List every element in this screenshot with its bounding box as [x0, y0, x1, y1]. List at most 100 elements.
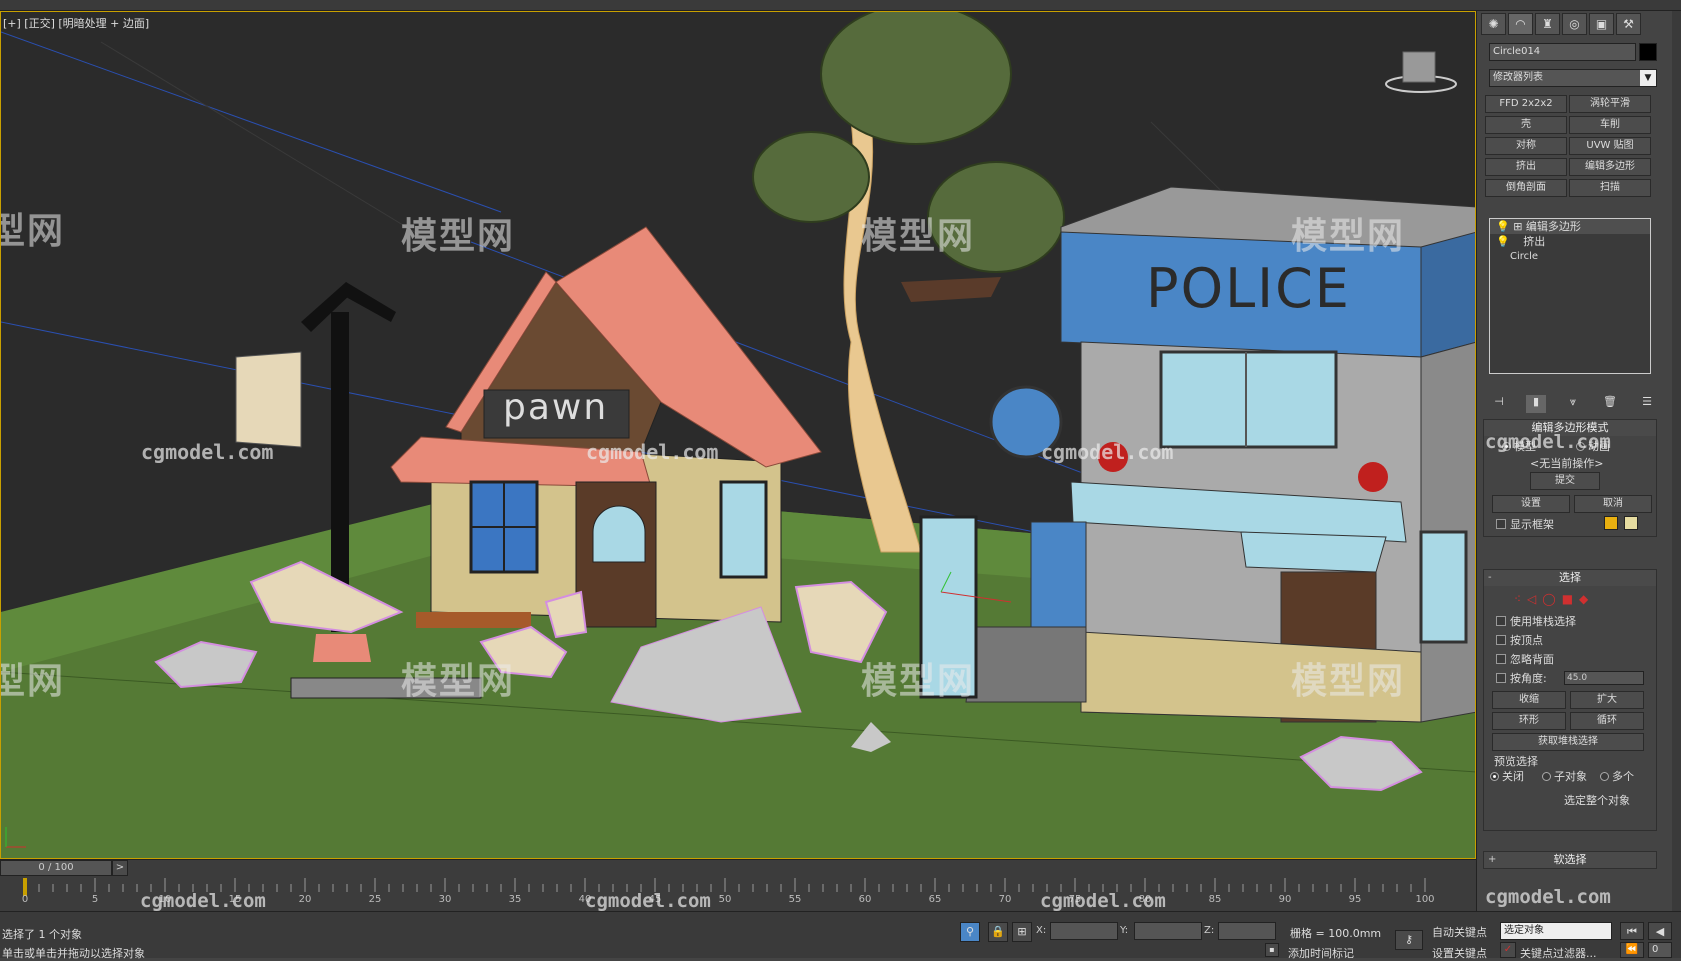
subobject-level-icons[interactable]: ⁖ ◁ ◯ ■ ◆ — [1514, 592, 1588, 606]
modifier-button[interactable]: 扫描 — [1569, 179, 1651, 197]
show-end-result-icon[interactable]: ▮ — [1526, 395, 1546, 413]
add-time-tag[interactable]: 添加时间标记 — [1288, 945, 1354, 961]
model-radio[interactable] — [1502, 442, 1511, 451]
modifier-button[interactable]: 编辑多边形 — [1569, 158, 1651, 176]
timeline-tick-label: 5 — [91, 894, 99, 905]
timeline-tick-label: 35 — [508, 894, 522, 905]
select-whole-object[interactable]: 选定整个对象 — [1564, 792, 1630, 808]
modifier-button[interactable]: FFD 2x2x2 — [1485, 95, 1567, 113]
by-vertex-checkbox[interactable] — [1496, 635, 1506, 645]
z-coordinate-field[interactable] — [1218, 922, 1276, 940]
stack-item-label: 编辑多边形 — [1525, 220, 1581, 233]
modifier-button[interactable]: 对称 — [1485, 137, 1567, 155]
rollout-title[interactable]: 编辑多边形模式 — [1484, 420, 1656, 436]
modify-icon[interactable]: ◠ — [1508, 13, 1533, 35]
scene-render — [1, 12, 1475, 858]
expand-icon[interactable]: ⊞ — [1513, 220, 1522, 233]
viewport-label[interactable]: [+] [正交] [明暗处理 + 边面] — [3, 15, 149, 31]
configure-sets-icon[interactable]: ☰ — [1637, 395, 1657, 413]
perspective-viewport[interactable]: [+] [正交] [明暗处理 + 边面] POLICE pawn 模型网 模型网… — [0, 11, 1476, 859]
key-filter-icon[interactable]: ✓ — [1500, 942, 1516, 958]
vertex-icon: ⁖ — [1514, 592, 1522, 606]
use-stack-label: 使用堆栈选择 — [1510, 615, 1576, 628]
modifier-button[interactable]: 挤出 — [1485, 158, 1567, 176]
next-frame-button[interactable]: > — [112, 860, 128, 876]
modifier-stack[interactable]: 💡 ⊞ 编辑多边形 💡 挤出 Circle — [1489, 218, 1651, 374]
auto-key-button[interactable]: 自动关键点 — [1432, 924, 1487, 940]
timeline[interactable]: 0 / 100 > 0 5 10 15 20 25 30 35 40 45 50 55 60 65 70 75… — [0, 859, 1476, 912]
timeline-tick-label: 30 — [438, 894, 452, 905]
cancel-button[interactable]: 取消 — [1574, 495, 1652, 513]
motion-icon[interactable]: ◎ — [1562, 13, 1587, 35]
key-icon[interactable]: ⚷ — [1395, 930, 1423, 950]
command-panel-tabs[interactable]: ✺ ◠ ♜ ◎ ▣ ⚒ — [1481, 13, 1641, 35]
time-slider[interactable]: 0 / 100 — [0, 860, 112, 876]
rollout-title[interactable]: + 软选择 — [1484, 852, 1656, 868]
selection-lock-icon[interactable]: ⚲ — [960, 922, 980, 942]
modifier-button[interactable]: 车削 — [1569, 116, 1651, 134]
watermark-url: cgmodel.com — [1485, 886, 1611, 908]
object-name-field[interactable]: Circle014 — [1489, 43, 1636, 61]
selection-rollout: - 选择 ⁖ ◁ ◯ ■ ◆ 使用堆栈选择 按顶点 忽略背面 按角度: 45.0 … — [1483, 569, 1657, 831]
ignore-backfacing-checkbox[interactable] — [1496, 654, 1506, 664]
utilities-icon[interactable]: ⚒ — [1616, 13, 1641, 35]
make-unique-icon[interactable]: ⩔ — [1563, 395, 1583, 413]
grow-button[interactable]: 扩大 — [1570, 691, 1644, 709]
stack-item-edit-poly[interactable]: 💡 ⊞ 编辑多边形 — [1490, 219, 1650, 234]
modifier-button[interactable]: 壳 — [1485, 116, 1567, 134]
previous-frame-icon[interactable]: ◀ — [1648, 922, 1672, 940]
get-stack-selection-button[interactable]: 获取堆栈选择 — [1492, 733, 1644, 751]
set-key-button[interactable]: 设置关键点 — [1432, 945, 1487, 961]
z-label: Z: — [1204, 925, 1215, 936]
display-icon[interactable]: ▣ — [1589, 13, 1614, 35]
pin-stack-icon[interactable]: ⊣ — [1489, 395, 1509, 413]
show-cage-label: 显示框架 — [1510, 518, 1554, 531]
absolute-mode-icon[interactable]: ⊞ — [1012, 922, 1032, 942]
ring-button[interactable]: 环形 — [1492, 712, 1566, 730]
selected-object-dropdown[interactable]: 选定对象 — [1500, 922, 1612, 940]
modifier-button[interactable]: 涡轮平滑 — [1569, 95, 1651, 113]
add-time-tag-icon[interactable]: ▪ — [1265, 943, 1279, 957]
preview-off-label: 关闭 — [1502, 770, 1524, 783]
command-panel: ✺ ◠ ♜ ◎ ▣ ⚒ Circle014 修改器列表 ▼ FFD 2x2x2 涡轮平滑壳车… — [1476, 11, 1681, 911]
show-cage-checkbox[interactable] — [1496, 519, 1506, 529]
ignore-backfacing-label: 忽略背面 — [1510, 653, 1554, 666]
go-to-start-icon[interactable]: ⏮ — [1620, 922, 1644, 940]
settings-button[interactable]: 设置 — [1492, 495, 1570, 513]
preview-multi-radio[interactable] — [1600, 772, 1609, 781]
cage-selected-color-swatch[interactable] — [1624, 516, 1638, 530]
y-coordinate-field[interactable] — [1134, 922, 1202, 940]
rollout-title[interactable]: - 选择 — [1484, 570, 1656, 586]
eye-icon[interactable]: 💡 — [1496, 235, 1510, 248]
previous-key-icon[interactable]: ⏪ — [1620, 942, 1644, 958]
modifier-button[interactable]: UVW 贴图 — [1569, 137, 1651, 155]
object-color-swatch[interactable] — [1639, 43, 1657, 61]
commit-button[interactable]: 提交 — [1530, 472, 1600, 490]
x-coordinate-field[interactable] — [1050, 922, 1118, 940]
angle-spinner[interactable]: 45.0 — [1564, 671, 1644, 685]
preview-subobject-radio[interactable] — [1542, 772, 1551, 781]
modifier-button[interactable]: 倒角剖面 — [1485, 179, 1567, 197]
hierarchy-icon[interactable]: ♜ — [1535, 13, 1560, 35]
stack-item-extrude[interactable]: 💡 挤出 — [1490, 234, 1650, 249]
by-angle-checkbox[interactable] — [1496, 673, 1506, 683]
animate-radio[interactable] — [1576, 442, 1585, 451]
remove-modifier-icon[interactable]: 🗑 — [1600, 395, 1620, 413]
modifier-list-dropdown[interactable]: 修改器列表 ▼ — [1489, 69, 1657, 87]
preview-selection-label: 预览选择 — [1494, 755, 1538, 768]
cage-color-swatch[interactable] — [1604, 516, 1618, 530]
shrink-button[interactable]: 收缩 — [1492, 691, 1566, 709]
edge-icon: ◁ — [1527, 592, 1537, 606]
key-filters-button[interactable]: 关键点过滤器... — [1520, 945, 1597, 961]
stack-item-circle[interactable]: Circle — [1490, 249, 1650, 264]
x-label: X: — [1036, 925, 1047, 936]
preview-off-radio[interactable] — [1490, 772, 1499, 781]
lock-icon[interactable]: 🔒 — [988, 922, 1008, 942]
loop-button[interactable]: 循环 — [1570, 712, 1644, 730]
status-bar: 选择了 1 个对象 单击或单击并拖动以选择对象 ⚲ 🔒 ⊞ X: Y: Z: 栅… — [0, 911, 1681, 961]
create-icon[interactable]: ✺ — [1481, 13, 1506, 35]
current-frame-field[interactable]: 0 — [1648, 942, 1672, 958]
eye-icon[interactable]: 💡 — [1496, 220, 1510, 233]
chevron-down-icon[interactable]: ▼ — [1640, 70, 1656, 86]
use-stack-checkbox[interactable] — [1496, 616, 1506, 626]
